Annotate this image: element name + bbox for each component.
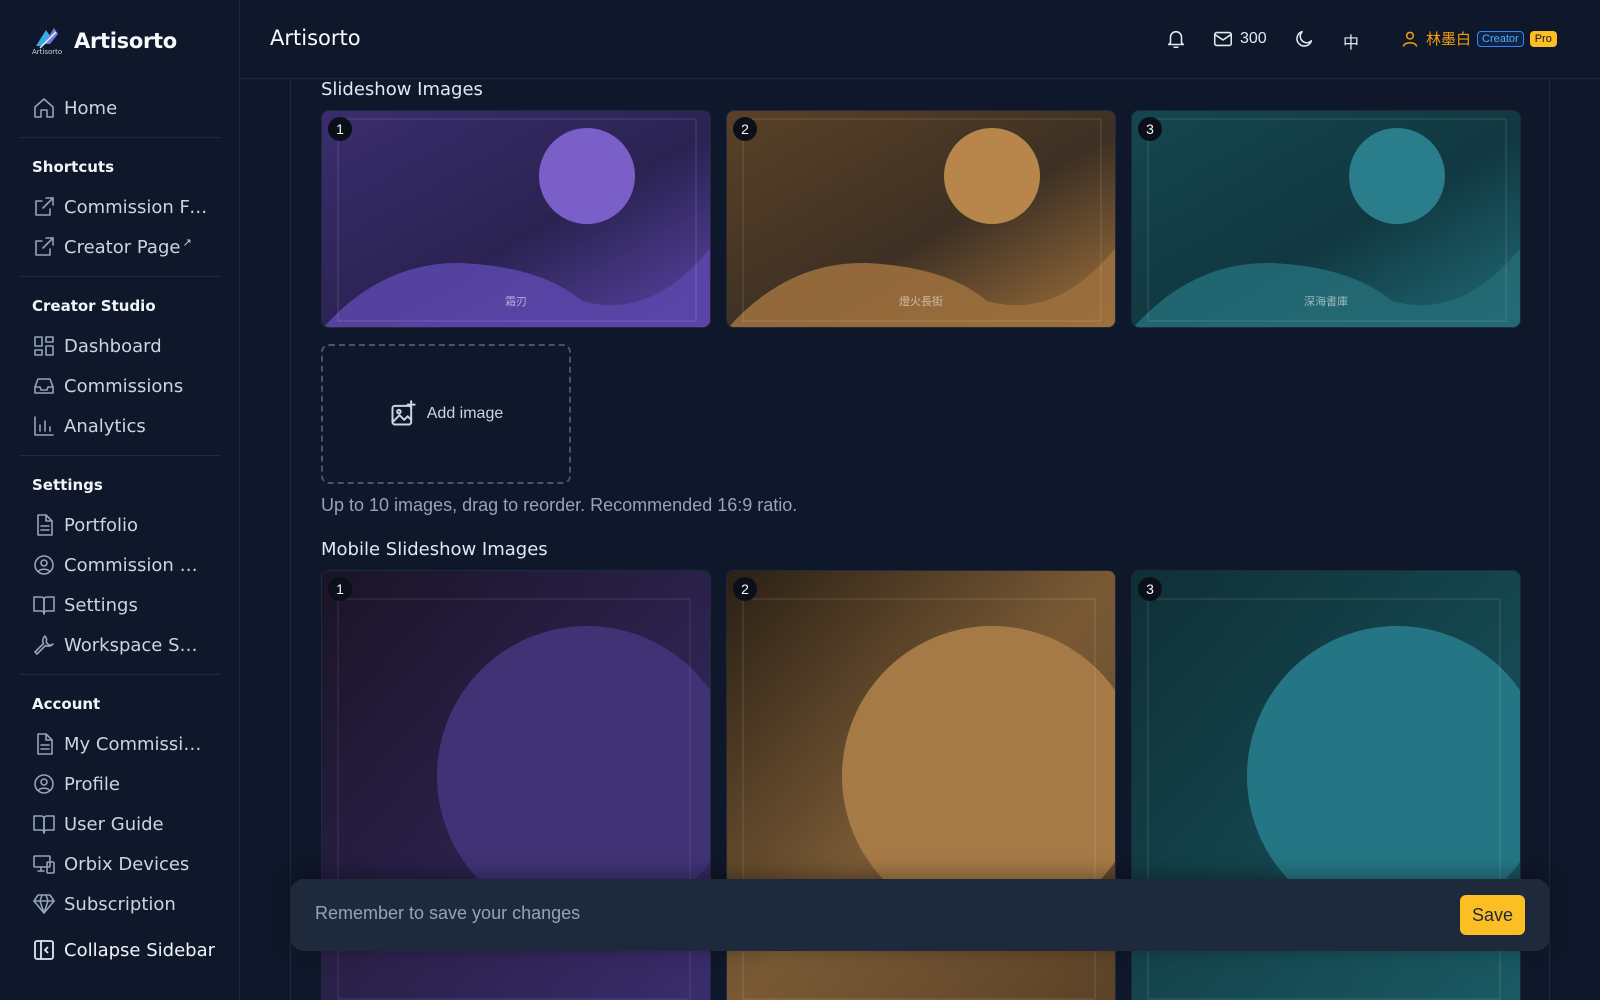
sidebar: Artisorto Artisorto Home Shortcuts Commi… (0, 0, 240, 1000)
save-button[interactable]: Save (1459, 895, 1525, 935)
slideshow-section-title: Slideshow Images (321, 79, 483, 100)
external-link-icon (32, 235, 56, 259)
slide-thumbnail[interactable]: 1 霜刃 (321, 110, 711, 328)
page-title: Artisorto (270, 26, 361, 50)
sidebar-item-portfolio[interactable]: Portfolio (20, 505, 220, 545)
slide-number-badge: 1 (328, 577, 352, 601)
user-circle-icon (32, 553, 56, 577)
external-link-icon (32, 195, 56, 219)
sidebar-item-profile[interactable]: Profile (20, 764, 220, 804)
sidebar-item-home[interactable]: Home (20, 88, 220, 128)
unsaved-changes-message: Remember to save your changes (315, 903, 581, 923)
slide-number-badge: 3 (1138, 577, 1162, 601)
sidebar-item-analytics[interactable]: Analytics (20, 406, 220, 446)
brand-logo-icon: Artisorto (32, 24, 66, 58)
inbox-icon (32, 374, 56, 398)
sidebar-item-orbix-devices[interactable]: Orbix Devices (20, 844, 220, 884)
slide-thumbnail[interactable]: 3 深海書庫 (1131, 110, 1521, 328)
pro-badge: Pro (1529, 30, 1557, 47)
slide-caption: 深海書庫 (1304, 295, 1348, 308)
sidebar-item-label: Creator Page ↗ (64, 236, 192, 258)
dashboard-icon (32, 334, 56, 358)
mobile-slideshow-section-title: Mobile Slideshow Images (321, 539, 548, 560)
moon-icon[interactable] (1293, 28, 1317, 52)
sidebar-item-creator-page[interactable]: Creator Page ↗ (20, 227, 220, 267)
section-title-shortcuts: Shortcuts (32, 158, 115, 176)
sidebar-item-label: Settings (64, 594, 138, 616)
diamond-icon (32, 892, 56, 916)
slide-number-badge: 1 (328, 117, 352, 141)
collapse-sidebar-button[interactable]: Collapse Sidebar (32, 938, 215, 962)
book-icon (32, 812, 56, 836)
user-menu[interactable]: 林墨白 Creator Pro (1400, 28, 1557, 49)
main-content: Slideshow Images 1 霜刃 2 燈火長街 3 深海書庫 Add … (290, 79, 1550, 1000)
sidebar-item-commission-settings[interactable]: Commission Se... (20, 545, 220, 585)
sidebar-item-label: User Guide (64, 813, 164, 835)
sidebar-item-workspace-settings[interactable]: Workspace Set... (20, 625, 220, 665)
mail-count[interactable]: 300 (1240, 30, 1267, 48)
sidebar-item-my-commissions[interactable]: My Commissions (20, 724, 220, 764)
divider (20, 674, 220, 675)
creator-page-text: Creator Page (64, 237, 181, 258)
user-icon (1402, 31, 1418, 47)
bar-chart-icon (32, 414, 56, 438)
sidebar-item-label: Workspace Set... (64, 634, 208, 656)
sidebar-nav: Home Shortcuts Commission Fo... Creator … (20, 88, 220, 924)
add-image-button[interactable]: Add image (321, 344, 571, 484)
sidebar-item-label: Commission Se... (64, 554, 208, 576)
external-arrow-icon: ↗ (182, 236, 192, 249)
top-header: Artisorto 300 中 林墨白 Creator Pro (240, 0, 1600, 79)
slide-number-badge: 2 (733, 117, 757, 141)
document-icon (32, 513, 56, 537)
sidebar-item-label: Commission Fo... (64, 196, 208, 218)
slide-caption: 霜刃 (505, 295, 527, 308)
slide-thumbnail[interactable]: 2 燈火長街 (726, 110, 1116, 328)
slide-number-badge: 2 (733, 577, 757, 601)
sidebar-item-commission-form[interactable]: Commission Fo... (20, 187, 220, 227)
sidebar-item-settings[interactable]: Settings (20, 585, 220, 625)
bell-icon[interactable] (1165, 28, 1189, 52)
sidebar-item-label: Profile (64, 773, 120, 795)
sidebar-item-label: My Commissions (64, 733, 208, 755)
add-image-icon (391, 400, 416, 426)
collapse-sidebar-icon (34, 940, 54, 960)
collapse-sidebar-label: Collapse Sidebar (64, 939, 215, 961)
sidebar-item-label: Portfolio (64, 514, 139, 536)
book-icon (32, 593, 56, 617)
sidebar-item-label: Commissions (64, 375, 184, 397)
home-icon (32, 96, 56, 120)
user-circle-icon (32, 772, 56, 796)
section-title-account: Account (32, 695, 101, 713)
sidebar-item-subscription[interactable]: Subscription (20, 884, 220, 924)
mail-icon[interactable] (1212, 28, 1236, 52)
wrench-icon (32, 633, 56, 657)
brand[interactable]: Artisorto Artisorto (32, 24, 177, 58)
slide-caption: 燈火長街 (899, 295, 943, 308)
sidebar-item-label: Analytics (64, 415, 146, 437)
add-image-label: Add image (426, 405, 504, 422)
divider (20, 137, 220, 138)
unsaved-changes-bar: Remember to save your changes Save (290, 879, 1550, 951)
language-switch[interactable]: 中 (1343, 29, 1359, 53)
sidebar-item-label: Dashboard (64, 335, 162, 357)
sidebar-item-label: Home (64, 97, 118, 119)
brand-name: Artisorto (74, 29, 177, 53)
section-title-settings: Settings (32, 476, 103, 494)
sidebar-item-commissions[interactable]: Commissions (20, 366, 220, 406)
sidebar-item-user-guide[interactable]: User Guide (20, 804, 220, 844)
sidebar-item-label: Orbix Devices (64, 853, 190, 875)
sidebar-item-dashboard[interactable]: Dashboard (20, 326, 220, 366)
devices-icon (32, 852, 56, 876)
slide-number-badge: 3 (1138, 117, 1162, 141)
user-name: 林墨白 (1426, 31, 1472, 48)
section-title-creator-studio: Creator Studio (32, 297, 156, 315)
divider (20, 276, 220, 277)
creator-badge: Creator (1477, 30, 1524, 47)
sidebar-item-label: Subscription (64, 893, 176, 915)
document-icon (32, 732, 56, 756)
slideshow-hint: Up to 10 images, drag to reorder. Recomm… (321, 495, 798, 515)
brand-logo-caption: Artisorto (32, 48, 63, 56)
divider (20, 455, 220, 456)
